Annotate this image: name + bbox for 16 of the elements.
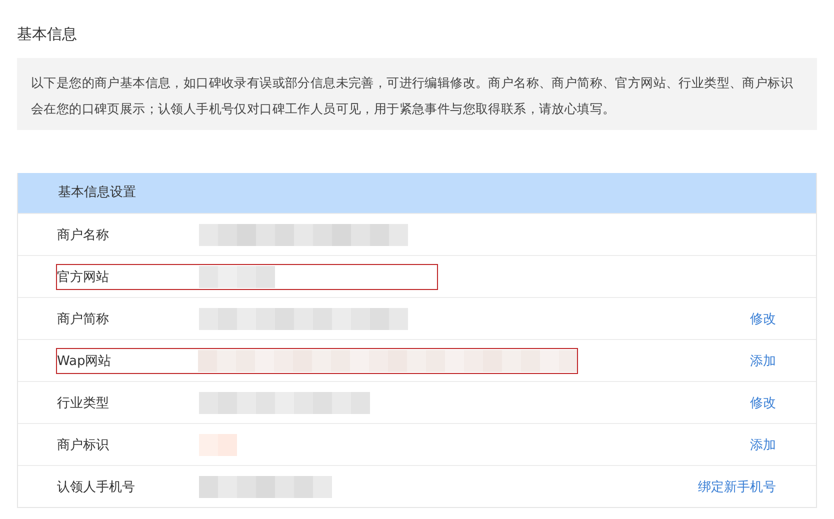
action-link[interactable]: 修改 bbox=[750, 394, 776, 412]
action-link[interactable]: 绑定新手机号 bbox=[698, 478, 776, 496]
blurred-value bbox=[199, 434, 239, 456]
field-label: 行业类型 bbox=[57, 394, 110, 412]
action-link[interactable]: 修改 bbox=[750, 310, 776, 328]
action-link[interactable]: 添加 bbox=[750, 436, 776, 454]
page-title: 基本信息 bbox=[16, 24, 78, 45]
action-link[interactable]: 添加 bbox=[750, 352, 776, 370]
field-label: 官方网站 bbox=[57, 268, 110, 286]
field-label: 商户标识 bbox=[57, 436, 110, 454]
field-label: Wap网站 bbox=[57, 352, 112, 370]
notice-text: 以下是您的商户基本信息，如口碑收录有误或部分信息未完善，可进行编辑修改。商户名称、商户简称、官方网站、行业类型、商户标识会在您的口碑页展示；认领人手机号仅对口碑工作人员可见，用于紧急事件与您取得联系，请放心填写。 bbox=[31, 74, 794, 118]
table-title: 基本信息设置 bbox=[58, 185, 136, 200]
field-label: 商户简称 bbox=[57, 310, 110, 328]
field-label: 认领人手机号 bbox=[57, 478, 136, 496]
field-label: 商户名称 bbox=[57, 226, 110, 244]
